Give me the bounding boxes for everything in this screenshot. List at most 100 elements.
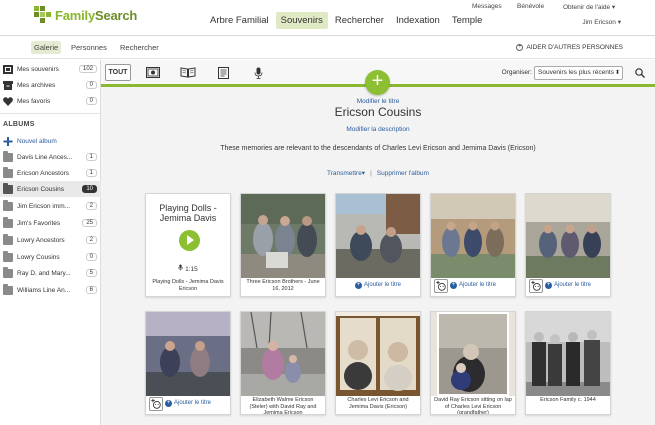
folder-open-icon <box>3 182 13 194</box>
add-title-link[interactable]: + Ajouter le titre <box>336 282 420 289</box>
memory-caption: Ericson Family c. 1944 <box>540 397 596 403</box>
plus-circle-icon: + <box>164 400 172 407</box>
folder-icon <box>3 233 13 245</box>
divider <box>0 113 100 114</box>
sidebar-item-label: Ericson Ancestors <box>17 169 70 177</box>
messages-link[interactable]: Messages <box>472 3 502 10</box>
memory-caption: Playing Dolls - Jemima Davis Ericson <box>152 279 224 292</box>
sidebar-album-item[interactable]: Williams Line An... 6 <box>0 282 101 298</box>
logo-text: FamilySearch <box>55 7 138 23</box>
sidebar-album-item[interactable]: Lowry Cousins 0 <box>0 249 101 265</box>
album-actions: Transmettre▾ | Supprimer l'album <box>327 170 429 177</box>
add-title-link[interactable]: + Ajouter le titre <box>146 400 230 407</box>
folder-icon <box>3 283 13 295</box>
search-icon[interactable] <box>635 68 645 78</box>
count-badge: 5 <box>85 269 97 277</box>
book-icon <box>180 67 196 78</box>
microphone-icon <box>254 67 262 79</box>
memory-card-photo[interactable]: Three Ericson Brothers - June 16, 2012 <box>240 193 326 297</box>
nav-temple[interactable]: Temple <box>447 12 488 29</box>
memory-card-photo[interactable]: David Ray Ericson sitting on lap of Char… <box>430 311 516 415</box>
sidebar-item-label: Ray D. and Mary... <box>17 269 71 277</box>
subnav-gallery[interactable]: Galerie <box>31 41 62 54</box>
sidebar: Mes souvenirs 102 Mes archives 0 Mes fav… <box>0 60 101 425</box>
help-menu[interactable]: Obtenir de l'aide ▾ <box>563 3 615 11</box>
add-title-link[interactable]: + Ajouter le titre <box>526 282 610 289</box>
memory-card-photo[interactable]: + Ajouter le titre <box>430 193 516 297</box>
folder-icon <box>3 266 13 278</box>
count-badge: 2 <box>85 202 97 210</box>
sidebar-album-item[interactable]: Jim Ericson imm... 2 <box>0 198 101 214</box>
sidebar-item-label: Nouvel album <box>17 137 57 145</box>
sidebar-item-label: Williams Line An... <box>17 286 71 294</box>
user-menu[interactable]: Jim Ericson ▾ <box>582 18 621 26</box>
albums-heading: ALBUMS <box>3 121 35 128</box>
sidebar-item-my-memories[interactable]: Mes souvenirs 102 <box>0 61 101 77</box>
sidebar-item-my-archives[interactable]: Mes archives 0 <box>0 77 101 93</box>
tab-documents[interactable] <box>211 64 235 81</box>
main-content: TOUT Organiser: Souvenirs les plus récen… <box>101 60 655 425</box>
transmit-menu[interactable]: Transmettre▾ <box>327 170 365 177</box>
document-icon <box>217 66 229 79</box>
plus-circle-icon: + <box>544 282 552 289</box>
sidebar-album-item[interactable]: Ray D. and Mary... 5 <box>0 265 101 281</box>
sidebar-item-label: Mes souvenirs <box>17 65 59 73</box>
count-badge: 0 <box>85 97 97 105</box>
add-title-link[interactable]: + Ajouter le titre <box>431 282 515 289</box>
plus-circle-icon: + <box>449 282 457 289</box>
archive-icon <box>3 80 13 90</box>
memory-card-photo[interactable]: + Ajouter le titre <box>335 193 421 297</box>
count-badge: 6 <box>85 286 97 294</box>
memory-card-photo[interactable]: Charles Levi Ericson and Jemima Davis (E… <box>335 311 421 415</box>
edit-description-link[interactable]: Modifier la description <box>101 126 655 133</box>
tab-stories[interactable] <box>176 64 200 81</box>
nav-family-tree[interactable]: Arbre Familial <box>205 12 274 29</box>
count-badge: 1 <box>85 169 97 177</box>
tab-all[interactable]: TOUT <box>105 64 131 81</box>
memory-card-photo[interactable]: + Ajouter le titre <box>145 311 231 415</box>
volunteer-link[interactable]: Bénévole <box>517 3 544 10</box>
add-title-label: Ajouter le titre <box>363 282 402 288</box>
help-others-button[interactable]: + AIDER D'AUTRES PERSONNES <box>516 44 623 51</box>
sidebar-album-item[interactable]: Jim's Favorites 25 <box>0 215 101 231</box>
delete-album-link[interactable]: Supprimer l'album <box>377 170 429 177</box>
memory-card-photo[interactable]: Ericson Family c. 1944 <box>525 311 611 415</box>
story-title: Playing Dolls - Jemima Davis <box>159 203 217 223</box>
memory-photo <box>526 194 610 278</box>
tab-photos[interactable] <box>141 64 165 81</box>
help-others-label: AIDER D'AUTRES PERSONNES <box>526 44 623 51</box>
sidebar-new-album[interactable]: Nouvel album <box>0 133 101 149</box>
nav-memories[interactable]: Souvenirs <box>275 12 328 29</box>
count-badge: 1 <box>85 153 97 161</box>
edit-title-link[interactable]: Modifier le titre <box>101 98 655 105</box>
memory-card-photo[interactable]: Elizabeth Walme Ericson (Steler) with Da… <box>240 311 326 415</box>
play-icon[interactable] <box>179 230 200 251</box>
add-memory-button[interactable]: + <box>365 70 390 95</box>
sidebar-album-item[interactable]: Lowry Ancestors 2 <box>0 232 101 248</box>
subnav-people[interactable]: Personnes <box>68 41 110 54</box>
memory-photo <box>336 194 420 278</box>
nav-indexing[interactable]: Indexation <box>391 12 445 29</box>
subnav-search[interactable]: Rechercher <box>117 41 162 54</box>
sidebar-album-item[interactable]: Ericson Ancestors 1 <box>0 165 101 181</box>
memory-photo <box>241 194 325 278</box>
album-title: Ericson Cousins <box>334 105 422 119</box>
count-badge: 0 <box>85 81 97 89</box>
add-title-label: Ajouter le titre <box>458 282 497 288</box>
tab-audio[interactable] <box>246 64 270 81</box>
memory-card-photo[interactable]: + Ajouter le titre <box>525 193 611 297</box>
sidebar-album-item[interactable]: Davis Line Ances... 1 <box>0 149 101 165</box>
sidebar-album-item-selected[interactable]: Ericson Cousins 10 <box>0 181 101 197</box>
folder-icon <box>3 150 13 162</box>
sort-select[interactable]: Souvenirs les plus récents ⬍ <box>534 66 623 80</box>
sub-nav: Galerie Personnes Rechercher + AIDER D'A… <box>0 37 655 59</box>
sidebar-item-label: Ericson Cousins <box>17 185 64 193</box>
memory-photo <box>146 312 230 396</box>
sidebar-item-my-favorites[interactable]: Mes favoris 0 <box>0 93 101 109</box>
familysearch-logo[interactable]: FamilySearch <box>34 6 137 24</box>
memory-caption: Elizabeth Walme Ericson (Steler) with Da… <box>249 397 317 414</box>
sidebar-item-label: Mes favoris <box>17 97 51 105</box>
memory-card-story[interactable]: Playing Dolls - Jemima Davis 1:15 Playin… <box>145 193 231 297</box>
sort-value: Souvenirs les plus récents <box>538 69 614 76</box>
nav-search[interactable]: Rechercher <box>330 12 389 29</box>
